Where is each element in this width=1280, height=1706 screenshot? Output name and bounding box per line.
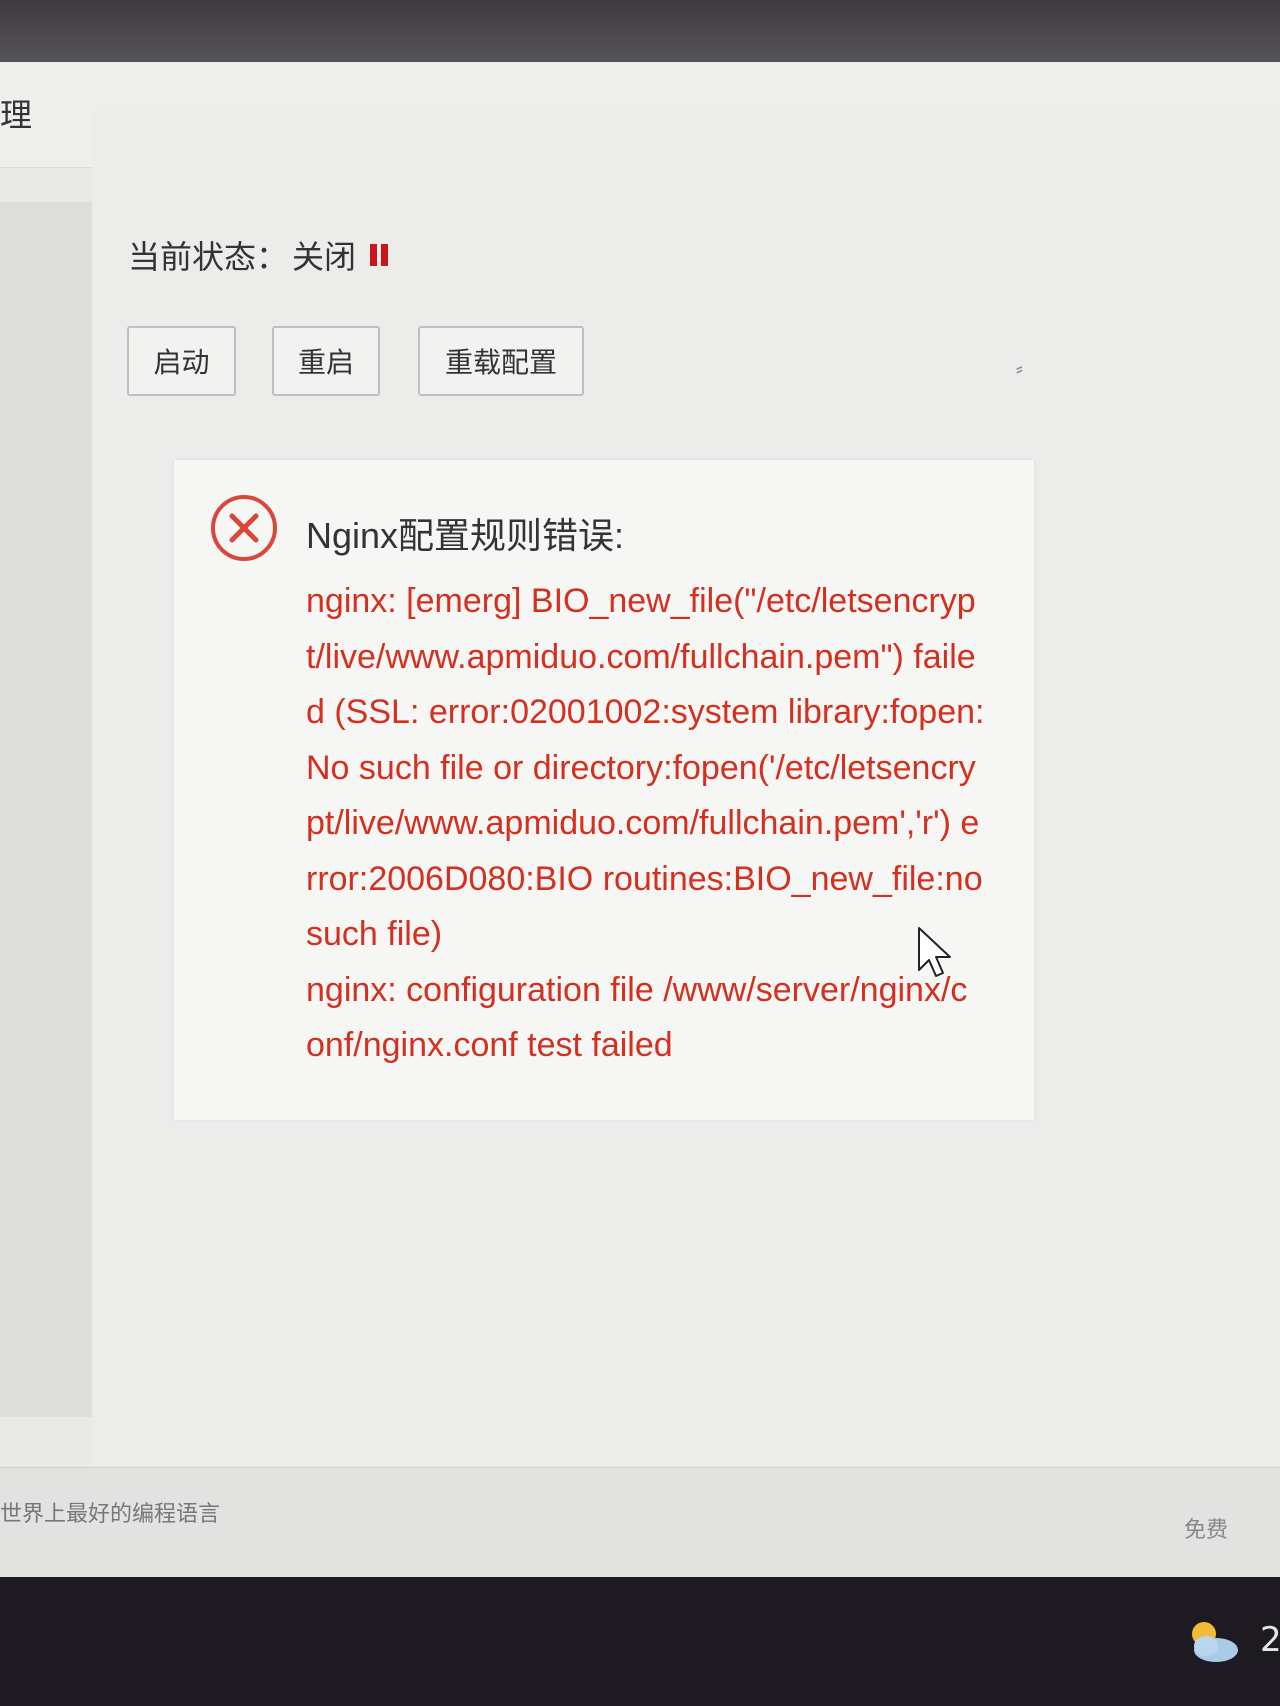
monitor-bezel bbox=[0, 0, 1280, 70]
page-title: 理 bbox=[0, 96, 33, 134]
error-circle-icon bbox=[211, 495, 277, 561]
restart-button[interactable]: 重启 bbox=[272, 326, 380, 396]
status-value: 关闭 bbox=[292, 238, 357, 276]
footer-right-text: 免费 bbox=[1184, 1518, 1229, 1543]
stopped-status-icon bbox=[370, 244, 389, 266]
start-button[interactable]: 启动 bbox=[127, 326, 236, 396]
taskbar bbox=[0, 1577, 1280, 1706]
weather-icon[interactable] bbox=[1178, 1614, 1244, 1668]
footer-slogan: 世界上最好的编程语言 bbox=[0, 1502, 221, 1527]
status-line: 当前状态： 关闭 bbox=[128, 232, 389, 278]
taskbar-clock[interactable]: 2 bbox=[1260, 1620, 1280, 1660]
left-panel bbox=[0, 202, 92, 1417]
status-label: 当前状态： bbox=[128, 238, 289, 276]
mouse-cursor-icon bbox=[918, 927, 951, 977]
dialog-content: Nginx配置规则错误: nginx: [emerg] BIO_new_file… bbox=[306, 508, 986, 1074]
resize-glyph-icon: ⸗ bbox=[1016, 356, 1023, 380]
reload-config-button[interactable]: 重载配置 bbox=[418, 326, 584, 396]
dialog-title: Nginx配置规则错误: bbox=[306, 515, 625, 556]
error-message: nginx: [emerg] BIO_new_file("/etc/letsen… bbox=[306, 582, 985, 1064]
